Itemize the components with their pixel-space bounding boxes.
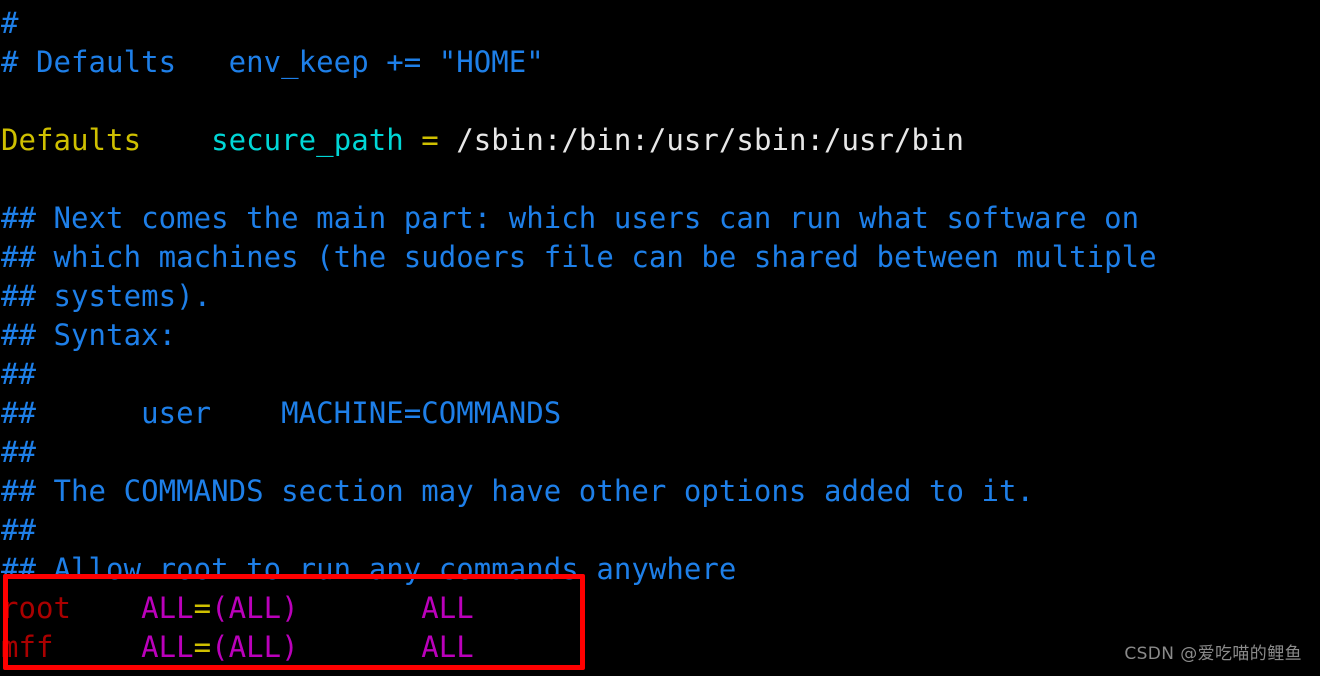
code-line[interactable]: ## Next comes the main part: which users… <box>0 199 1320 238</box>
code-line[interactable]: ## Syntax: <box>0 316 1320 355</box>
code-token: mff <box>1 630 54 664</box>
code-line[interactable]: Defaults secure_path = /sbin:/bin:/usr/s… <box>0 121 1320 160</box>
code-token: Defaults <box>1 123 142 157</box>
sudoers-file-content[interactable]: # # Defaults env_keep += "HOME" Defaults s… <box>0 0 1320 667</box>
code-token: ## <box>1 513 37 547</box>
code-token: (ALL) <box>211 591 299 625</box>
code-token: /sbin:/bin:/usr/sbin:/usr/bin <box>456 123 965 157</box>
code-token: ## Next comes the main part: which users… <box>1 201 1140 235</box>
code-line[interactable]: ## The COMMANDS section may have other o… <box>0 472 1320 511</box>
code-line[interactable]: # Defaults env_keep += "HOME" <box>0 43 1320 82</box>
code-token: secure_path <box>211 123 404 157</box>
code-line[interactable]: ## <box>0 511 1320 550</box>
code-token: (ALL) <box>211 630 299 664</box>
code-token: = <box>421 123 439 157</box>
code-token: # <box>1 6 19 40</box>
code-line[interactable] <box>0 82 1320 121</box>
code-token: ## user MACHINE=COMMANDS <box>1 396 562 430</box>
code-token: ALL <box>421 591 474 625</box>
code-token: ## Allow root to run any commands anywhe… <box>1 552 737 586</box>
code-line[interactable]: ## systems). <box>0 277 1320 316</box>
code-token: ## Syntax: <box>1 318 177 352</box>
code-token: ## which machines (the sudoers file can … <box>1 240 1157 274</box>
code-token: # Defaults env_keep += "HOME" <box>1 45 544 79</box>
code-token: ALL <box>141 591 194 625</box>
code-token: ## systems). <box>1 279 212 313</box>
code-line[interactable]: mff ALL=(ALL) ALL <box>0 628 1320 667</box>
terminal-screen: # # Defaults env_keep += "HOME" Defaults s… <box>0 0 1320 676</box>
code-line[interactable]: root ALL=(ALL) ALL <box>0 589 1320 628</box>
code-line[interactable]: # <box>0 4 1320 43</box>
code-line[interactable]: ## user MACHINE=COMMANDS <box>0 394 1320 433</box>
code-line[interactable]: ## Allow root to run any commands anywhe… <box>0 550 1320 589</box>
code-token: ## The COMMANDS section may have other o… <box>1 474 1035 508</box>
code-token: ALL <box>421 630 474 664</box>
code-token: = <box>193 630 212 664</box>
code-token: ## <box>1 357 37 391</box>
code-token: root <box>1 591 72 625</box>
code-line[interactable] <box>0 160 1320 199</box>
code-line[interactable]: ## <box>0 355 1320 394</box>
code-line[interactable]: ## which machines (the sudoers file can … <box>0 238 1320 277</box>
code-token: = <box>193 591 212 625</box>
code-line[interactable]: ## <box>0 433 1320 472</box>
code-token: ## <box>1 435 37 469</box>
csdn-watermark: CSDN @爱吃喵的鲤鱼 <box>1124 644 1302 664</box>
code-token: ALL <box>141 630 194 664</box>
